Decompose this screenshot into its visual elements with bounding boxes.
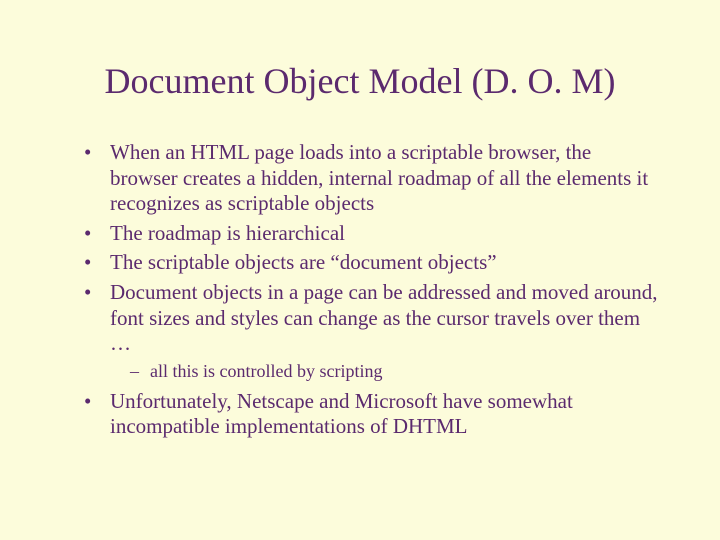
bullet-item: When an HTML page loads into a scriptabl… — [92, 140, 660, 217]
slide: Document Object Model (D. O. M) When an … — [0, 0, 720, 540]
bullet-item: The roadmap is hierarchical — [92, 221, 660, 247]
bullet-item: The scriptable objects are “document obj… — [92, 250, 660, 276]
bullet-item: Document objects in a page can be addres… — [92, 280, 660, 383]
sub-bullet-list: all this is controlled by scripting — [110, 361, 660, 383]
slide-title: Document Object Model (D. O. M) — [60, 60, 660, 102]
bullet-list: When an HTML page loads into a scriptabl… — [60, 140, 660, 440]
bullet-item: Unfortunately, Netscape and Microsoft ha… — [92, 389, 660, 440]
sub-bullet-item: all this is controlled by scripting — [136, 361, 660, 383]
